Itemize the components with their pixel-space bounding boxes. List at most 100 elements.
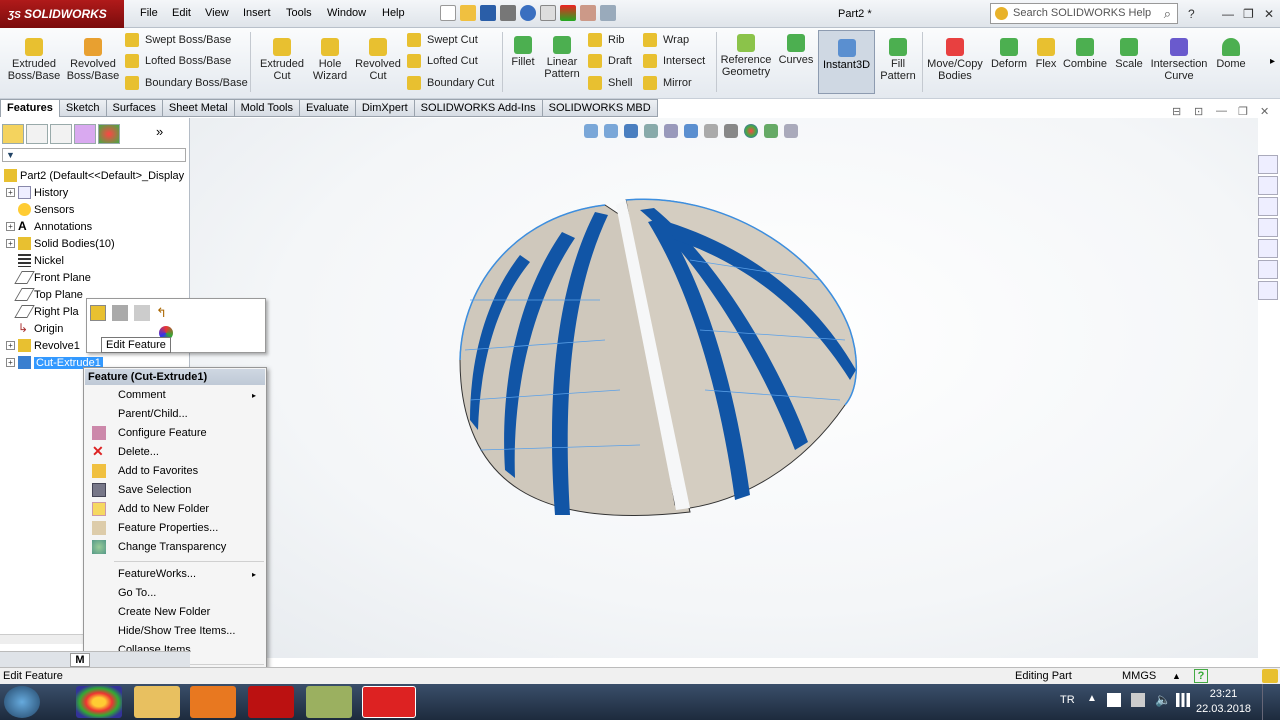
menu-tools[interactable]: Tools: [286, 7, 312, 19]
menu-window[interactable]: Window: [327, 7, 366, 19]
tree-item-top-plane[interactable]: Top Plane: [14, 288, 83, 301]
instant3d-button[interactable]: Instant3D: [818, 30, 875, 94]
custom-properties-icon[interactable]: [1258, 260, 1278, 279]
tree-item-material[interactable]: Nickel: [18, 254, 64, 267]
intersect-button[interactable]: Intersect: [643, 52, 705, 70]
menu-item-configure-feature[interactable]: Configure Feature: [118, 427, 207, 439]
extruded-cut-button[interactable]: Extruded Cut: [256, 38, 308, 82]
revolved-boss-button[interactable]: Revolved Boss/Base: [64, 38, 122, 82]
tree-root[interactable]: Part2 (Default<<Default>_Display: [4, 169, 184, 182]
tab-mbd[interactable]: SOLIDWORKS MBD: [542, 99, 658, 117]
menu-insert[interactable]: Insert: [243, 7, 271, 19]
tree-item-sensors[interactable]: Sensors: [18, 203, 74, 216]
edit-appearance-icon[interactable]: [744, 124, 758, 138]
menu-help[interactable]: Help: [382, 7, 405, 19]
menu-item-change-transparency[interactable]: Change Transparency: [118, 541, 226, 553]
media-player-taskbar-icon[interactable]: [190, 686, 236, 718]
section-view-icon[interactable]: [644, 124, 658, 138]
show-desktop-button[interactable]: [1262, 684, 1280, 720]
reference-geometry-button[interactable]: Reference Geometry: [720, 34, 772, 78]
expand-chevron-icon[interactable]: »: [156, 124, 163, 146]
close-button[interactable]: ✕: [1264, 7, 1274, 21]
wrap-button[interactable]: Wrap: [643, 31, 689, 49]
explorer-taskbar-icon[interactable]: [134, 686, 180, 718]
menu-item-create-new-folder[interactable]: Create New Folder: [118, 606, 210, 618]
shell-button[interactable]: Shell: [588, 74, 632, 92]
expand-icon[interactable]: +: [6, 188, 15, 197]
menu-item-add-to-new-folder[interactable]: Add to New Folder: [118, 503, 209, 515]
tab-addins[interactable]: SOLIDWORKS Add-Ins: [414, 99, 543, 117]
appearances-icon[interactable]: [1258, 239, 1278, 258]
rebuild-icon[interactable]: [560, 5, 576, 21]
tree-item-right-plane[interactable]: Right Pla: [14, 305, 79, 318]
viewport-restore-button[interactable]: ❐: [1238, 105, 1248, 118]
draft-button[interactable]: Draft: [588, 52, 632, 70]
solidworks-taskbar-icon[interactable]: [362, 686, 416, 718]
input-language[interactable]: TR: [1060, 694, 1075, 706]
extruded-boss-button[interactable]: Extruded Boss/Base: [4, 38, 64, 82]
open-folder-icon[interactable]: [460, 5, 476, 21]
edit-sketch-icon[interactable]: [112, 305, 128, 321]
toolbar-overflow-icon[interactable]: ▸: [1270, 56, 1275, 67]
file-explorer-icon[interactable]: [1258, 197, 1278, 216]
design-library-icon[interactable]: [1258, 176, 1278, 195]
restore-button[interactable]: ❐: [1243, 7, 1254, 21]
network-icon[interactable]: [1131, 693, 1145, 707]
feature-manager-tab-icon[interactable]: [2, 124, 24, 144]
menu-item-comment[interactable]: Comment: [118, 389, 166, 401]
start-button-icon[interactable]: [4, 686, 40, 718]
search-icon[interactable]: ⌕: [1164, 4, 1171, 23]
curves-button[interactable]: Curves: [776, 34, 816, 66]
help-icon[interactable]: ?: [1194, 669, 1208, 683]
view-orientation-icon[interactable]: [684, 124, 698, 138]
lofted-cut-button[interactable]: Lofted Cut: [407, 52, 478, 70]
chrome-taskbar-icon[interactable]: [76, 686, 122, 718]
mirror-button[interactable]: Mirror: [643, 74, 692, 92]
tree-item-history[interactable]: + History: [6, 186, 68, 199]
menu-item-feature-properties[interactable]: Feature Properties...: [118, 522, 218, 534]
menu-item-add-to-favorites[interactable]: Add to Favorites: [118, 465, 198, 477]
tree-item-annotations[interactable]: + A Annotations: [6, 220, 92, 233]
scale-button[interactable]: Scale: [1112, 38, 1146, 70]
property-manager-tab-icon[interactable]: [26, 124, 48, 144]
hole-wizard-button[interactable]: Hole Wizard: [308, 38, 352, 82]
options-icon[interactable]: [600, 5, 616, 21]
display-manager-tab-icon[interactable]: [98, 124, 120, 144]
print-icon[interactable]: [500, 5, 516, 21]
view-settings-icon[interactable]: [784, 124, 798, 138]
forum-icon[interactable]: [1258, 281, 1278, 300]
select-pointer-icon[interactable]: [540, 5, 556, 21]
tab-surfaces[interactable]: Surfaces: [106, 99, 163, 117]
tree-item-front-plane[interactable]: Front Plane: [14, 271, 91, 284]
viewport-layout-icon[interactable]: ⊡: [1194, 105, 1203, 118]
lofted-boss-button[interactable]: Lofted Boss/Base: [125, 52, 231, 70]
expand-icon[interactable]: +: [6, 341, 15, 350]
tab-dimxpert[interactable]: DimXpert: [355, 99, 415, 117]
combine-button[interactable]: Combine: [1062, 38, 1108, 70]
edit-feature-icon[interactable]: [90, 305, 106, 321]
action-center-icon[interactable]: [1107, 693, 1121, 707]
new-document-icon[interactable]: [440, 5, 456, 21]
graphics-area[interactable]: [190, 118, 1258, 658]
move-copy-bodies-button[interactable]: Move/Copy Bodies: [926, 38, 984, 82]
menu-item-delete[interactable]: Delete...: [118, 446, 159, 458]
minimize-button[interactable]: —: [1222, 7, 1234, 21]
viewport-split-icon[interactable]: ⊟: [1172, 105, 1181, 118]
rebuild-status-icon[interactable]: [1262, 669, 1278, 683]
undo-icon[interactable]: [520, 5, 536, 21]
deform-button[interactable]: Deform: [988, 38, 1030, 70]
tree-filter-input[interactable]: ▼: [2, 148, 186, 162]
file-properties-icon[interactable]: [580, 5, 596, 21]
menu-item-go-to[interactable]: Go To...: [118, 587, 156, 599]
hide-show-items-icon[interactable]: [724, 124, 738, 138]
menu-item-featureworks[interactable]: FeatureWorks...: [118, 568, 196, 580]
menu-edit[interactable]: Edit: [172, 7, 191, 19]
dome-model[interactable]: [190, 118, 1258, 658]
tree-item-origin[interactable]: ↳ Origin: [18, 322, 63, 335]
autocad-taskbar-icon[interactable]: [248, 686, 294, 718]
tab-sheet-metal[interactable]: Sheet Metal: [162, 99, 235, 117]
boundary-cut-button[interactable]: Boundary Cut: [407, 74, 494, 92]
model-tab[interactable]: M: [70, 653, 90, 667]
apply-scene-icon[interactable]: [764, 124, 778, 138]
fillet-button[interactable]: Fillet: [508, 36, 538, 68]
